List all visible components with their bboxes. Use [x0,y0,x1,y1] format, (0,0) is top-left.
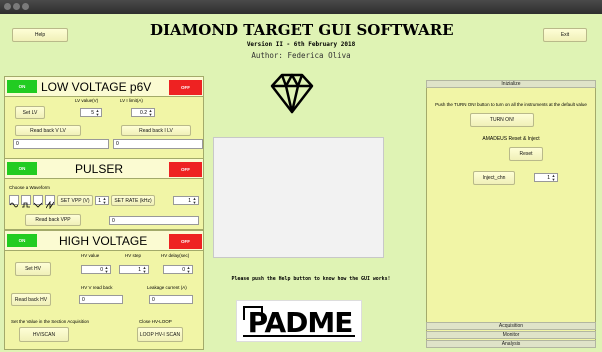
read-back-v-lv-button[interactable]: Read back V LV [15,125,81,136]
loop-hv-i-scan-button[interactable]: LOOP HV-I SCAN [137,327,183,342]
minimize-window-icon[interactable] [13,3,20,10]
plot-area [213,137,384,258]
waveform-label: Choose a Waveform [9,185,50,190]
hv-loop-description: Close HV-LOOP [139,319,172,324]
rate-stepper[interactable]: 1 ▲ ▼ [173,196,199,205]
tab-acquisition[interactable]: Acquisition [426,322,596,330]
reset-button[interactable]: Reset [509,147,543,161]
stepper-arrows-icon[interactable]: ▲ ▼ [186,266,191,274]
set-lv-button[interactable]: Set LV [15,106,45,119]
stepper-arrows-icon[interactable]: ▲ ▼ [142,266,147,274]
diamond-logo-icon [268,70,316,118]
read-back-hv-button[interactable]: Read back HV [11,293,51,306]
help-button[interactable]: Help [12,28,68,42]
hv-value-stepper[interactable]: 0 ▲ ▼ [81,265,111,274]
stepper-arrows-icon[interactable]: ▲ ▼ [148,109,153,117]
lv-value-stepper[interactable]: 5 ▲ ▼ [80,108,102,117]
leakage-current-label: Leakage current (A) [147,285,187,290]
hv-v-readback-field[interactable]: 0 [79,295,123,304]
read-i-lv-field[interactable]: 0 [113,139,203,149]
read-vpp-field[interactable]: 0 [109,216,199,225]
pulser-header: ON PULSER OFF [5,159,203,179]
hv-scan-button[interactable]: HV/SCAN [19,327,69,342]
hv-delay-label: HV delay(sec) [161,253,190,258]
vpp-stepper[interactable]: 1 ▲ ▼ [95,196,109,205]
pulser-on-button[interactable]: ON [7,162,37,175]
exit-button[interactable]: Exit [543,28,587,42]
hv-v-readback-label: HV V read back [81,285,113,290]
sine-wave-icon[interactable] [9,195,19,208]
read-back-i-lv-button[interactable]: Read back I LV [121,125,191,136]
tab-inizialize[interactable]: Inizialize [426,80,596,88]
set-hv-button[interactable]: Set HV [15,262,51,276]
stepper-arrows-icon[interactable]: ▲ ▼ [102,197,107,205]
app-window: Help Exit DIAMOND TARGET GUI SOFTWARE Ve… [0,14,602,352]
read-back-vpp-button[interactable]: Read back VPP [25,214,81,226]
pulser-off-button[interactable]: OFF [169,162,202,177]
padme-logo: PADME [236,300,362,342]
lv-limit-label: LV I limit(A) [120,98,143,103]
lv-limit-stepper[interactable]: 0.2 ▲ ▼ [131,108,155,117]
version-label: Version II - 6th February 2018 [246,41,356,48]
set-vpp-button[interactable]: SET VPP (V) [57,195,93,206]
low-voltage-panel: ON LOW VOLTAGE p6V OFF LV value(V) LV I … [4,76,204,170]
set-rate-button[interactable]: SET RATE (kHz) [111,195,155,206]
lv-value-label: LV value(V) [75,98,99,103]
turn-on-info: Push the TURN ON! button to turn on all … [435,102,587,107]
hv-delay-stepper[interactable]: 0 ▲ ▼ [163,265,193,274]
author-label: Author: Federica Oliva [251,51,351,60]
maximize-window-icon[interactable] [22,3,29,10]
lv-title: LOW VOLTAGE p6V [41,80,152,94]
hv-scan-description: Set the Value in the Section Acquisition [11,319,89,324]
high-voltage-panel: ON HIGH VOLTAGE OFF HV value HV step HV … [4,230,204,350]
stepper-arrows-icon[interactable]: ▲ ▼ [104,266,109,274]
square-wave-icon[interactable] [21,195,31,208]
hv-on-button[interactable]: ON [7,234,37,247]
lv-off-button[interactable]: OFF [169,80,202,95]
tab-analysis[interactable]: Analysis [426,340,596,348]
stepper-arrows-icon[interactable]: ▲ ▼ [192,197,197,205]
hv-step-stepper[interactable]: 1 ▲ ▼ [119,265,149,274]
pulser-title: PULSER [75,162,124,176]
read-v-lv-field[interactable]: 0 [13,139,109,149]
logo-underline [243,335,355,337]
amadeus-label: AMADEUS Reset & Inject [482,136,540,142]
pulse-wave-icon[interactable] [45,195,55,210]
stepper-arrows-icon[interactable]: ▲ ▼ [551,174,556,182]
leakage-current-field[interactable]: 0 [149,295,193,304]
inject-chn-stepper[interactable]: 1 ▲ ▼ [534,173,558,182]
hv-title: HIGH VOLTAGE [59,234,148,248]
hv-step-label: HV step [125,253,142,258]
high-voltage-header: ON HIGH VOLTAGE OFF [5,231,203,251]
inject-chn-button[interactable]: Inject_chn [473,171,515,185]
turn-on-button[interactable]: TURN ON! [470,113,534,127]
hv-off-button[interactable]: OFF [169,234,202,249]
pulser-panel: ON PULSER OFF Choose a Waveform SET VPP … [4,158,204,230]
help-hint-text: Please push the Help button to know how … [231,276,391,282]
window-titlebar [0,0,602,14]
hv-value-label: HV value [81,253,100,258]
close-window-icon[interactable] [4,3,11,10]
low-voltage-header: ON LOW VOLTAGE p6V OFF [5,77,203,97]
lv-on-button[interactable]: ON [7,80,37,93]
tab-monitor[interactable]: Monitor [426,331,596,339]
ramp-wave-icon[interactable] [33,195,43,208]
stepper-arrows-icon[interactable]: ▲ ▼ [95,109,100,117]
page-title: DIAMOND TARGET GUI SOFTWARE [150,21,454,39]
